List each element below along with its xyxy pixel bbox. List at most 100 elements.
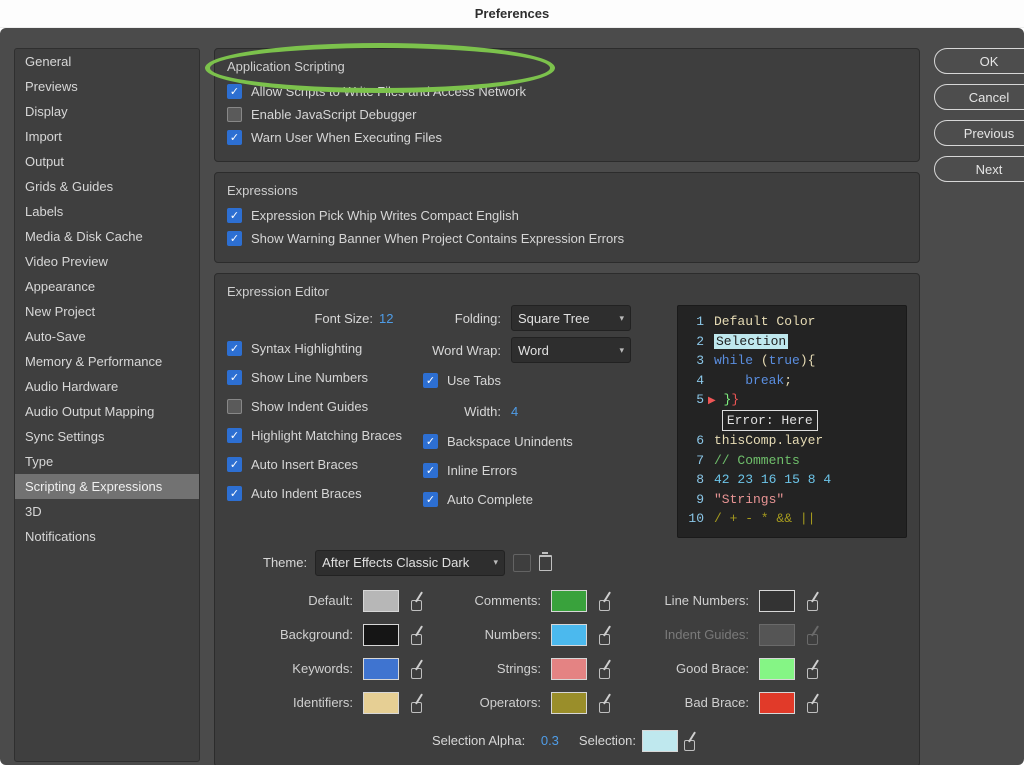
checkbox-warn-banner[interactable]: ✓ xyxy=(227,231,242,246)
section-title: Expression Editor xyxy=(227,284,907,299)
theme-block: Theme: After Effects Classic Dark▾ Defau… xyxy=(227,546,907,754)
sidebar-item[interactable]: Audio Output Mapping xyxy=(15,399,199,424)
color-swatch[interactable] xyxy=(551,692,587,714)
checkbox-show-indent-guides[interactable] xyxy=(227,399,242,414)
sidebar-item[interactable]: Labels xyxy=(15,199,199,224)
checkbox-enable-js-debugger[interactable] xyxy=(227,107,242,122)
checkbox-inline-errors[interactable]: ✓ xyxy=(423,463,438,478)
sidebar-item[interactable]: Import xyxy=(15,124,199,149)
sidebar-item[interactable]: Grids & Guides xyxy=(15,174,199,199)
swatch-label: Background: xyxy=(243,627,353,642)
color-swatch[interactable] xyxy=(759,658,795,680)
checkbox-label: Show Indent Guides xyxy=(251,399,368,414)
checkbox-show-line-numbers[interactable]: ✓ xyxy=(227,370,242,385)
checkbox-warn-executing-files[interactable]: ✓ xyxy=(227,130,242,145)
swatch-label: Operators: xyxy=(451,695,541,710)
sidebar-item[interactable]: General xyxy=(15,49,199,74)
color-swatch[interactable] xyxy=(551,658,587,680)
sidebar-item[interactable]: Sync Settings xyxy=(15,424,199,449)
ok-button[interactable]: OK xyxy=(934,48,1024,74)
checkbox-label: Enable JavaScript Debugger xyxy=(251,107,417,122)
color-swatch[interactable] xyxy=(551,590,587,612)
checkbox-label: Show Line Numbers xyxy=(251,370,368,385)
folding-select[interactable]: Square Tree▾ xyxy=(511,305,631,331)
preferences-main: Application Scripting ✓ Allow Scripts to… xyxy=(214,48,920,765)
sidebar-item[interactable]: Video Preview xyxy=(15,249,199,274)
chevron-down-icon: ▾ xyxy=(619,345,624,356)
sidebar-item[interactable]: New Project xyxy=(15,299,199,324)
section-title: Application Scripting xyxy=(227,59,907,74)
sidebar-item[interactable]: Output xyxy=(15,149,199,174)
eyedropper-icon[interactable] xyxy=(599,626,617,644)
checkbox-label: Allow Scripts to Write Files and Access … xyxy=(251,84,526,99)
swatch-label: Indent Guides: xyxy=(639,627,749,642)
checkbox-highlight-matching-braces[interactable]: ✓ xyxy=(227,428,242,443)
sidebar-item[interactable]: Audio Hardware xyxy=(15,374,199,399)
tab-width-value[interactable]: 4 xyxy=(511,404,518,419)
checkbox-auto-complete[interactable]: ✓ xyxy=(423,492,438,507)
checkbox-auto-indent-braces[interactable]: ✓ xyxy=(227,486,242,501)
sidebar-item[interactable]: Display xyxy=(15,99,199,124)
sidebar-item[interactable]: Media & Disk Cache xyxy=(15,224,199,249)
sidebar-item[interactable]: Appearance xyxy=(15,274,199,299)
color-swatch[interactable] xyxy=(363,590,399,612)
swatch-label: Strings: xyxy=(451,661,541,676)
preferences-window: GeneralPreviewsDisplayImportOutputGrids … xyxy=(0,28,1024,765)
error-box: Error: Here xyxy=(722,410,818,432)
sidebar-item[interactable]: Type xyxy=(15,449,199,474)
eyedropper-icon[interactable] xyxy=(684,732,702,750)
trash-icon[interactable] xyxy=(539,555,552,571)
swatch-label: Identifiers: xyxy=(243,695,353,710)
checkbox-pick-whip-compact[interactable]: ✓ xyxy=(227,208,242,223)
color-swatch[interactable] xyxy=(363,624,399,646)
color-swatch[interactable] xyxy=(759,692,795,714)
eyedropper-icon[interactable] xyxy=(807,660,825,678)
color-swatch[interactable] xyxy=(363,658,399,680)
checkbox-use-tabs[interactable]: ✓ xyxy=(423,373,438,388)
color-swatch[interactable] xyxy=(551,624,587,646)
window-title: Preferences xyxy=(0,0,1024,28)
checkbox-label: Warn User When Executing Files xyxy=(251,130,442,145)
checkbox-label: Highlight Matching Braces xyxy=(251,428,402,443)
checkbox-auto-insert-braces[interactable]: ✓ xyxy=(227,457,242,472)
eyedropper-icon[interactable] xyxy=(807,592,825,610)
word-wrap-label: Word Wrap: xyxy=(417,343,501,358)
checkbox-label: Syntax Highlighting xyxy=(251,341,362,356)
sidebar-item[interactable]: 3D xyxy=(15,499,199,524)
eyedropper-icon[interactable] xyxy=(807,694,825,712)
color-swatch xyxy=(759,624,795,646)
color-swatch[interactable] xyxy=(363,692,399,714)
eyedropper-icon[interactable] xyxy=(599,694,617,712)
checkbox-backspace-unindents[interactable]: ✓ xyxy=(423,434,438,449)
sidebar-item[interactable]: Previews xyxy=(15,74,199,99)
eyedropper-icon[interactable] xyxy=(599,592,617,610)
expression-code-preview: 1Default Color 2Selection 3while (true){… xyxy=(677,305,907,538)
eyedropper-icon[interactable] xyxy=(411,660,429,678)
theme-select[interactable]: After Effects Classic Dark▾ xyxy=(315,550,505,576)
sidebar-item[interactable]: Notifications xyxy=(15,524,199,549)
checkbox-label: Auto Complete xyxy=(447,492,533,507)
save-theme-icon[interactable] xyxy=(513,554,531,572)
checkbox-syntax-highlighting[interactable]: ✓ xyxy=(227,341,242,356)
font-size-value[interactable]: 12 xyxy=(379,311,403,326)
eyedropper-icon[interactable] xyxy=(411,694,429,712)
sidebar-item[interactable]: Scripting & Expressions xyxy=(15,474,199,499)
swatch-label: Bad Brace: xyxy=(639,695,749,710)
selection-swatch[interactable] xyxy=(642,730,678,752)
eyedropper-icon[interactable] xyxy=(599,660,617,678)
section-application-scripting: Application Scripting ✓ Allow Scripts to… xyxy=(214,48,920,162)
eyedropper-icon[interactable] xyxy=(411,626,429,644)
previous-button[interactable]: Previous xyxy=(934,120,1024,146)
checkbox-label: Inline Errors xyxy=(447,463,517,478)
sidebar-item[interactable]: Auto-Save xyxy=(15,324,199,349)
word-wrap-select[interactable]: Word▾ xyxy=(511,337,631,363)
color-swatch[interactable] xyxy=(759,590,795,612)
section-expressions: Expressions ✓ Expression Pick Whip Write… xyxy=(214,172,920,263)
selection-alpha-value[interactable]: 0.3 xyxy=(541,733,559,748)
next-button[interactable]: Next xyxy=(934,156,1024,182)
eyedropper-icon[interactable] xyxy=(411,592,429,610)
dialog-buttons: OK Cancel Previous Next xyxy=(934,48,1024,765)
sidebar-item[interactable]: Memory & Performance xyxy=(15,349,199,374)
cancel-button[interactable]: Cancel xyxy=(934,84,1024,110)
checkbox-allow-write-files[interactable]: ✓ xyxy=(227,84,242,99)
